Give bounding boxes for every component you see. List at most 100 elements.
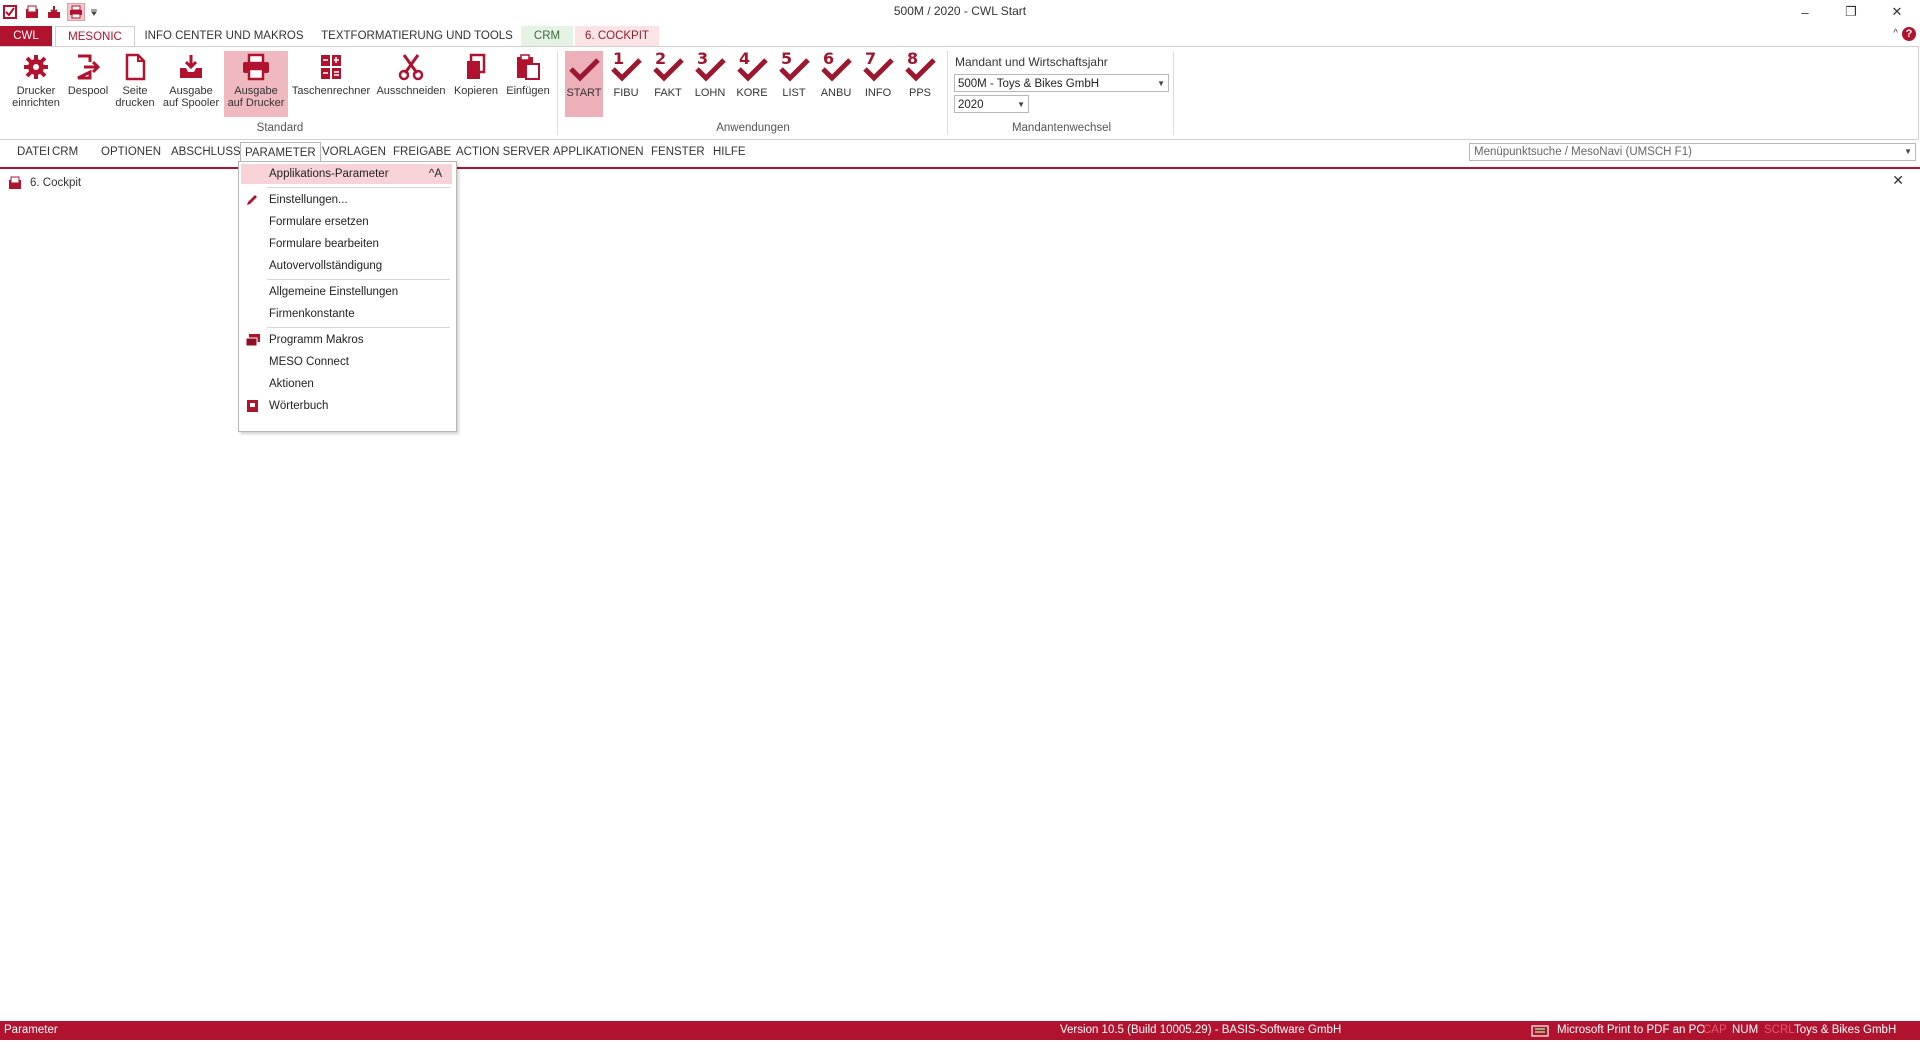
menu-freigabe[interactable]: FREIGABE	[389, 142, 455, 162]
app-lohn-button[interactable]: 3 LOHN	[691, 49, 729, 117]
button-label-line2: auf Drucker	[227, 97, 285, 109]
menu-item-formulare-ersetzen[interactable]: Formulare ersetzen	[241, 212, 452, 232]
status-text: Parameter	[4, 1024, 58, 1036]
menu-item-firmenkonstante[interactable]: Firmenkonstante	[241, 304, 452, 324]
menu-item-label: Einstellungen...	[269, 194, 348, 206]
seite-drucken-button[interactable]: Seite drucken	[112, 51, 158, 117]
drucker-einrichten-button[interactable]: Drucker einrichten	[8, 51, 64, 117]
menu-search-placeholder: Menüpunktsuche / MesoNavi (UMSCH F1)	[1474, 146, 1692, 158]
menu-fenster[interactable]: FENSTER	[647, 142, 709, 162]
menu-crm[interactable]: CRM	[48, 142, 82, 162]
menu-item-einstellungen[interactable]: Einstellungen...	[241, 190, 452, 210]
num-lock-indicator: NUM	[1732, 1024, 1759, 1036]
minimize-button[interactable]: –	[1782, 0, 1828, 24]
menu-action-server[interactable]: ACTION SERVER	[452, 142, 554, 162]
app-label: INFO	[864, 87, 892, 99]
page-icon	[118, 51, 152, 83]
menu-item-label: Applikations-Parameter	[269, 168, 389, 180]
menu-applikationen[interactable]: APPLIKATIONEN	[549, 142, 648, 162]
app-number: 4	[739, 49, 751, 68]
menu-item-meso-connect[interactable]: MESO Connect	[241, 352, 452, 372]
scroll-lock-indicator: SCRL	[1764, 1024, 1795, 1036]
app-fakt-button[interactable]: 2 FAKT	[649, 49, 687, 117]
tab-mesonic[interactable]: MESONIC	[55, 26, 135, 48]
restore-button[interactable]: ❐	[1828, 0, 1874, 24]
checkmark-icon: 5	[777, 49, 811, 87]
export-icon	[71, 51, 105, 83]
button-label-line1: Seite	[122, 85, 148, 97]
window-controls: – ❐ ✕	[1782, 0, 1920, 24]
document-title: 6. Cockpit	[30, 177, 82, 189]
ribbon-tabs: CWL MESONIC INFO CENTER UND MAKROS TEXTF…	[0, 26, 1920, 48]
ribbon: Drucker einrichten Despool Seite drucken…	[0, 46, 1919, 140]
checkmark-icon: 7	[861, 49, 895, 87]
menu-item-aktionen[interactable]: Aktionen	[241, 374, 452, 394]
menu-abschluss[interactable]: ABSCHLUSS	[167, 142, 245, 162]
menu-optionen[interactable]: OPTIONEN	[97, 142, 165, 162]
ausschneiden-button[interactable]: Ausschneiden	[373, 51, 449, 117]
app-list-button[interactable]: 5 LIST	[775, 49, 813, 117]
menu-item-autovervollstaendigung[interactable]: Autovervollständigung	[241, 256, 452, 276]
menu-item-allgemeine-einstellungen[interactable]: Allgemeine Einstellungen	[241, 282, 452, 302]
mandant-select[interactable]: 500M - Toys & Bikes GmbH ▼	[954, 74, 1169, 92]
app-start-button[interactable]: START	[565, 51, 603, 117]
app-anbu-button[interactable]: 6 ANBU	[817, 49, 855, 117]
menu-vorlagen[interactable]: VORLAGEN	[318, 142, 390, 162]
tab-crm[interactable]: CRM	[521, 26, 573, 46]
cockpit-icon	[8, 176, 22, 193]
menu-item-formulare-bearbeiten[interactable]: Formulare bearbeiten	[241, 234, 452, 254]
kopieren-button[interactable]: Kopieren	[450, 51, 502, 117]
checkmark-icon: 6	[819, 49, 853, 87]
taschenrechner-button[interactable]: Taschenrechner	[290, 51, 372, 117]
app-kore-button[interactable]: 4 KORE	[733, 49, 771, 117]
button-label-line1: Despool	[67, 85, 109, 97]
menu-hilfe[interactable]: HILFE	[709, 142, 750, 162]
app-label: LIST	[782, 87, 806, 99]
menu-search-input[interactable]: Menüpunktsuche / MesoNavi (UMSCH F1) ▼	[1469, 143, 1916, 161]
window-title: 500M / 2020 - CWL Start	[893, 4, 1027, 18]
app-number: 7	[865, 49, 877, 68]
menu-item-programm-makros[interactable]: Programm Makros	[241, 330, 452, 350]
tab-textformatierung[interactable]: TEXTFORMATIERUNG UND TOOLS	[318, 26, 516, 46]
group-label-anwendungen: Anwendungen	[716, 122, 790, 134]
menu-item-shortcut: ^A	[428, 168, 442, 180]
year-select[interactable]: 2020 ▼	[954, 95, 1029, 113]
close-button[interactable]: ✕	[1874, 0, 1920, 24]
dictionary-icon	[245, 399, 259, 413]
status-bar: Parameter Version 10.5 (Build 10005.29) …	[0, 1021, 1920, 1040]
chevron-down-icon: ▼	[1157, 79, 1165, 88]
group-separator	[1173, 51, 1174, 135]
app-number: 5	[781, 49, 793, 68]
app-fibu-button[interactable]: 1 FIBU	[607, 49, 645, 117]
group-separator	[557, 51, 558, 135]
tab-cwl[interactable]: CWL	[0, 26, 52, 46]
menu-separator	[267, 327, 450, 328]
collapse-ribbon-icon[interactable]: ^	[1893, 28, 1898, 39]
chevron-down-icon: ▼	[1904, 147, 1912, 156]
copy-icon	[459, 51, 493, 83]
checkmark-icon: 8	[903, 49, 937, 87]
menu-item-label: Wörterbuch	[269, 400, 329, 412]
tab-cockpit[interactable]: 6. COCKPIT	[575, 26, 659, 46]
menu-parameter[interactable]: PARAMETER	[240, 142, 321, 162]
menu-item-applikations-parameter[interactable]: Applikations-Parameter ^A	[241, 164, 452, 184]
group-label-mandantenwechsel: Mandantenwechsel	[1011, 122, 1112, 134]
help-icon[interactable]: ?	[1902, 27, 1916, 41]
app-pps-button[interactable]: 8 PPS	[901, 49, 939, 117]
app-label: FIBU	[613, 87, 639, 99]
button-label-line1: Drucker	[16, 85, 56, 97]
close-document-button[interactable]: ✕	[1892, 172, 1904, 189]
pencil-icon	[245, 193, 259, 207]
app-info-button[interactable]: 7 INFO	[859, 49, 897, 117]
paste-icon	[511, 51, 545, 83]
menu-item-woerterbuch[interactable]: Wörterbuch	[241, 396, 452, 416]
tab-info-center[interactable]: INFO CENTER UND MAKROS	[140, 26, 308, 46]
einfuegen-button[interactable]: Einfügen	[502, 51, 554, 117]
app-label: START	[566, 87, 602, 99]
scissors-icon	[394, 51, 428, 83]
despool-button[interactable]: Despool	[64, 51, 112, 117]
ausgabe-auf-spooler-button[interactable]: Ausgabe auf Spooler	[159, 51, 223, 117]
ausgabe-auf-drucker-button[interactable]: Ausgabe auf Drucker	[224, 51, 288, 117]
macro-icon	[245, 333, 260, 347]
menu-separator	[267, 279, 450, 280]
